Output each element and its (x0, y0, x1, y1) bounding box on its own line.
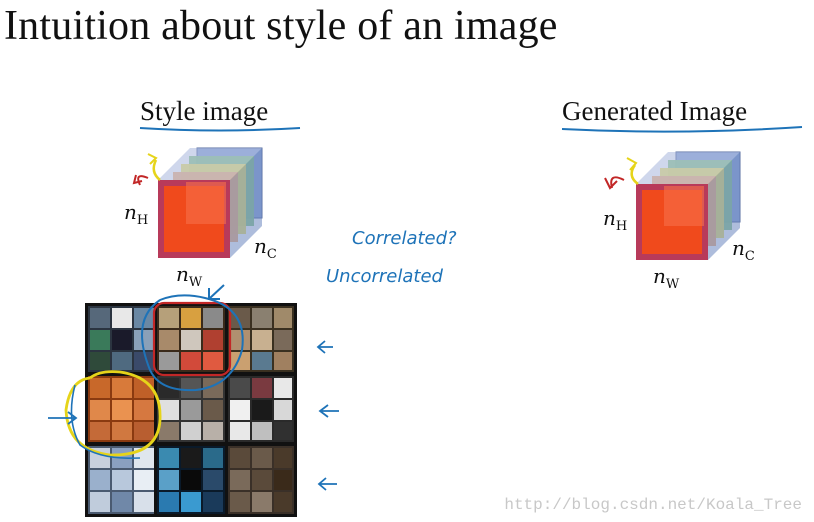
diagram-canvas (48, 126, 803, 517)
correlated-note: Correlated? (352, 228, 457, 249)
generated-cube (636, 151, 741, 260)
uncorrelated-note: Uncorrelated (326, 266, 443, 287)
row2-arrow (318, 404, 339, 418)
row3-arrow (317, 477, 337, 491)
generated-nc-label: nC (732, 236, 755, 264)
style-nc-label: nC (254, 234, 277, 262)
generated-nw-label: nW (653, 264, 680, 292)
style-nh-label: nH (124, 200, 149, 228)
watermark: http://blog.csdn.net/Koala_Tree (504, 496, 802, 514)
style-cube (158, 147, 263, 258)
activation-grid (85, 303, 297, 517)
generated-nh-label: nH (603, 206, 628, 234)
row1-arrow (316, 340, 333, 354)
generated-label-underline (561, 126, 803, 133)
style-label-underline (139, 127, 301, 132)
style-nw-label: nW (176, 262, 203, 290)
left-arrow (48, 411, 78, 425)
